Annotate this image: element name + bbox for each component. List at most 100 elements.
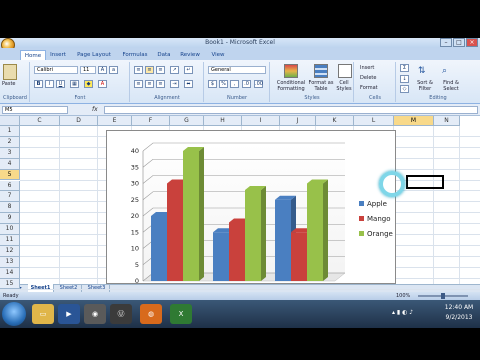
cell-styles-button[interactable]: Cell Styles [334, 80, 354, 92]
autosum-icon[interactable]: Σ [400, 64, 409, 72]
row-header-14[interactable]: 14 [0, 267, 20, 279]
insert-cells-button[interactable]: Insert [360, 65, 394, 71]
wrap-text-icon[interactable]: ↵ [184, 66, 193, 74]
increase-decimal-icon[interactable]: .0 [242, 80, 251, 88]
tab-page-layout[interactable]: Page Layout [72, 50, 116, 60]
column-header-c[interactable]: C [20, 116, 60, 126]
format-table-button[interactable]: Format as Table [308, 80, 334, 92]
selected-cell[interactable] [406, 175, 444, 189]
fill-color-icon[interactable]: ◆ [84, 80, 93, 88]
row-header-15[interactable]: 15 [0, 278, 20, 290]
sort-filter-button[interactable]: Sort & Filter [412, 80, 438, 92]
app-icon-a[interactable]: ◉ [84, 304, 106, 324]
formula-input[interactable] [104, 106, 478, 114]
percent-icon[interactable]: % [219, 80, 228, 88]
align-top-icon[interactable]: ≡ [134, 66, 143, 74]
column-header-g[interactable]: G [170, 116, 204, 126]
find-select-icon[interactable]: ⌕ [442, 64, 454, 78]
media-player-icon[interactable]: ▶ [58, 304, 80, 324]
name-box[interactable]: M5 [2, 106, 68, 114]
tab-formulas[interactable]: Formulas [118, 50, 152, 60]
format-cells-button[interactable]: Format [360, 85, 394, 91]
row-header-11[interactable]: 11 [0, 235, 20, 246]
tray-icons[interactable]: ▴ ▮ ◐ ♪ [392, 308, 436, 318]
column-header-h[interactable]: H [204, 116, 242, 126]
bar-mango [167, 183, 183, 281]
font-color-icon[interactable]: A [98, 80, 107, 88]
row-header-2[interactable]: 2 [0, 136, 20, 148]
row-header-9[interactable]: 9 [0, 213, 20, 225]
chart-ytick-label: 30 [131, 180, 139, 188]
clear-icon[interactable]: ◇ [400, 85, 409, 93]
row-header-5[interactable]: 5 [0, 169, 20, 181]
select-all-corner[interactable] [0, 116, 20, 126]
row-header-3[interactable]: 3 [0, 147, 20, 159]
column-header-d[interactable]: D [60, 116, 98, 126]
italic-button[interactable]: I [45, 80, 54, 88]
sort-filter-icon[interactable]: ⇅ [418, 64, 430, 78]
grow-font-icon[interactable]: A [98, 66, 107, 74]
maximize-button[interactable]: □ [453, 38, 465, 47]
chart-object[interactable]: 0 5 10 15 20 25 30 35 40 Apple Mango Orange [106, 130, 396, 285]
tab-data[interactable]: Data [154, 50, 174, 60]
explorer-folder-icon[interactable]: ▭ [32, 304, 54, 324]
number-format-box[interactable]: General [208, 66, 266, 74]
shrink-font-icon[interactable]: a [109, 66, 118, 74]
column-header-n[interactable]: N [434, 116, 460, 126]
close-button[interactable]: × [466, 38, 478, 47]
tab-view[interactable]: View [206, 50, 230, 60]
comma-icon[interactable]: , [230, 80, 239, 88]
start-button[interactable] [2, 302, 26, 326]
firefox-icon[interactable]: ◍ [140, 304, 162, 324]
minimize-button[interactable]: – [440, 38, 452, 47]
indent-icon[interactable]: ⇥ [170, 80, 179, 88]
row-header-12[interactable]: 12 [0, 245, 20, 257]
row-header-1[interactable]: 1 [0, 126, 20, 137]
row-header-6[interactable]: 6 [0, 180, 20, 192]
cell-styles-icon[interactable] [338, 64, 352, 78]
tab-home[interactable]: Home [20, 50, 46, 60]
currency-icon[interactable]: $ [208, 80, 217, 88]
excel-taskbar-icon[interactable]: X [170, 304, 192, 324]
bold-button[interactable]: B [34, 80, 43, 88]
zoom-level[interactable]: 100% [396, 292, 416, 300]
conditional-formatting-icon[interactable] [284, 64, 298, 78]
tab-insert[interactable]: Insert [46, 50, 70, 60]
column-header-m[interactable]: M [394, 116, 434, 126]
row-header-10[interactable]: 10 [0, 224, 20, 235]
merge-center-icon[interactable]: ⬌ [184, 80, 193, 88]
fx-icon[interactable]: fx [92, 105, 102, 115]
tray-clock[interactable]: 12:40 AM 9/2/2013 [440, 303, 478, 325]
align-middle-icon[interactable]: ≡ [145, 66, 154, 74]
align-bottom-icon[interactable]: ≡ [156, 66, 165, 74]
font-name-box[interactable]: Calibri [34, 66, 78, 74]
row-header-7[interactable]: 7 [0, 191, 20, 203]
fill-icon[interactable]: ↓ [400, 75, 409, 83]
format-table-icon[interactable] [314, 64, 328, 78]
align-center-icon[interactable]: ≡ [145, 80, 154, 88]
group-label-alignment: Alignment [154, 95, 180, 101]
app-icon-b[interactable]: Ⓤ [110, 304, 132, 324]
column-header-i[interactable]: I [242, 116, 280, 126]
row-header-4[interactable]: 4 [0, 158, 20, 170]
font-size-box[interactable]: 11 [80, 66, 96, 74]
orientation-icon[interactable]: ↗ [170, 66, 179, 74]
column-header-j[interactable]: J [280, 116, 316, 126]
row-header-13[interactable]: 13 [0, 256, 20, 268]
column-header-k[interactable]: K [316, 116, 354, 126]
paste-icon[interactable] [3, 64, 17, 80]
align-right-icon[interactable]: ≡ [156, 80, 165, 88]
delete-cells-button[interactable]: Delete [360, 75, 394, 81]
underline-button[interactable]: U [56, 80, 65, 88]
align-left-icon[interactable]: ≡ [134, 80, 143, 88]
conditional-formatting-button[interactable]: Conditional Formatting [274, 80, 308, 92]
row-header-8[interactable]: 8 [0, 202, 20, 214]
find-select-button[interactable]: Find & Select [438, 80, 464, 92]
decrease-decimal-icon[interactable]: .00 [254, 80, 263, 88]
zoom-slider-thumb[interactable] [441, 293, 445, 299]
column-header-f[interactable]: F [132, 116, 170, 126]
column-header-l[interactable]: L [354, 116, 394, 126]
tab-review[interactable]: Review [176, 50, 204, 60]
column-header-e[interactable]: E [98, 116, 132, 126]
borders-icon[interactable]: ▦ [70, 80, 79, 88]
